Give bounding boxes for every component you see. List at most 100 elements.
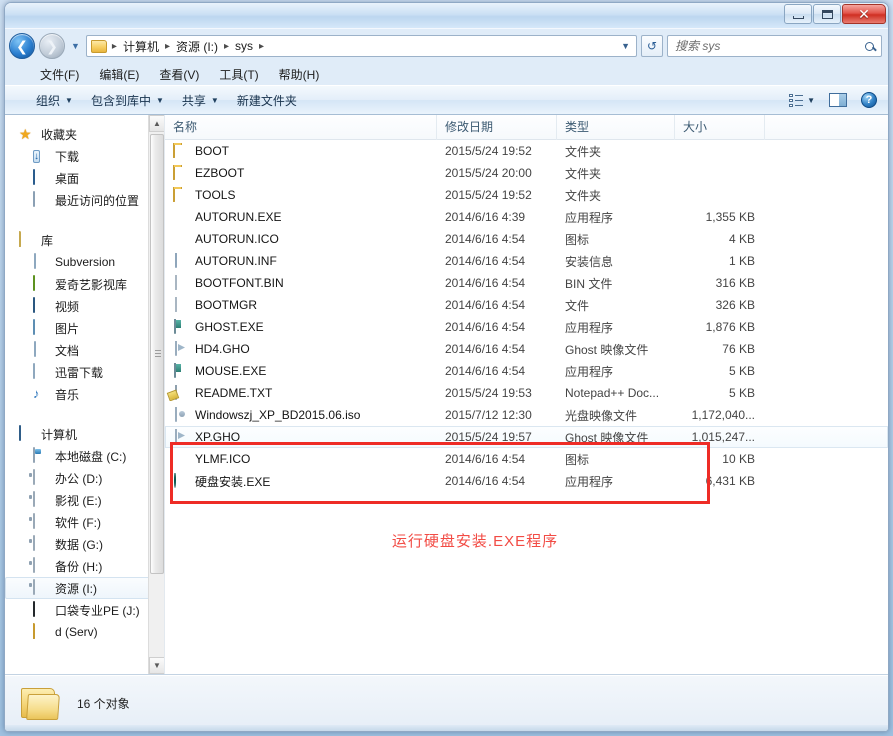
column-header-type[interactable]: 类型 xyxy=(557,115,675,140)
table-row[interactable]: BOOTFONT.BIN 2014/6/16 4:54 BIN 文件 316 K… xyxy=(165,272,888,294)
explorer-window: ✕ ❮ ❯ ▼ ▸ 计算机 ▸ 资源 (I:) ▸ sys ▸ ▼ ↺ xyxy=(4,2,889,732)
file-date: 2015/5/24 19:52 xyxy=(437,188,557,202)
table-row[interactable]: HD4.GHO 2014/6/16 4:54 Ghost 映像文件 76 KB xyxy=(165,338,888,360)
sidebar-item-label: 本地磁盘 (C:) xyxy=(55,448,126,465)
scroll-up-button[interactable]: ▲ xyxy=(149,115,165,132)
table-row[interactable]: AUTORUN.EXE 2014/6/16 4:39 应用程序 1,355 KB xyxy=(165,206,888,228)
sidebar-item-iqiyi[interactable]: 爱奇艺影视库 xyxy=(5,273,164,295)
music-icon: ♪ xyxy=(33,386,49,402)
column-header-name[interactable]: 名称 xyxy=(165,115,437,140)
maximize-button[interactable] xyxy=(813,4,841,24)
breadcrumb-separator[interactable]: ▸ xyxy=(162,41,173,52)
nav-group-libraries: 库 Subversion 爱奇艺影视库 视频 xyxy=(5,229,164,405)
file-name: AUTORUN.EXE xyxy=(195,210,281,224)
scrollbar-thumb[interactable] xyxy=(150,134,164,574)
sidebar-item-recent-places[interactable]: 最近访问的位置 xyxy=(5,189,164,211)
menu-item-file[interactable]: 文件(F) xyxy=(31,64,88,85)
notepad-doc-icon xyxy=(175,385,177,400)
forward-button[interactable]: ❯ xyxy=(39,33,65,59)
table-row[interactable]: AUTORUN.INF 2014/6/16 4:54 安装信息 1 KB xyxy=(165,250,888,272)
nav-spacer xyxy=(5,409,164,423)
help-button[interactable]: ? xyxy=(856,89,882,111)
table-row[interactable]: GHOST.EXE 2014/6/16 4:54 应用程序 1,876 KB xyxy=(165,316,888,338)
refresh-button[interactable]: ↺ xyxy=(641,35,663,57)
organize-button[interactable]: 组织 ▼ xyxy=(27,88,82,113)
table-row[interactable]: XP.GHO 2015/5/24 19:57 Ghost 映像文件 1,015,… xyxy=(165,426,888,448)
table-row[interactable]: TOOLS 2015/5/24 19:52 文件夹 xyxy=(165,184,888,206)
breadcrumb-separator[interactable]: ▸ xyxy=(109,41,120,52)
share-button[interactable]: 共享 ▼ xyxy=(173,88,228,113)
chevron-down-icon[interactable]: ▼ xyxy=(621,41,634,51)
sidebar-item-drive-f[interactable]: 软件 (F:) xyxy=(5,511,164,533)
sidebar-item-drive-i[interactable]: 资源 (I:) xyxy=(5,577,164,599)
table-row[interactable]: MOUSE.EXE 2014/6/16 4:54 应用程序 5 KB xyxy=(165,360,888,382)
table-row[interactable]: 硬盘安装.EXE 2014/6/16 4:54 应用程序 6,431 KB xyxy=(165,470,888,492)
sidebar-item-documents[interactable]: 文档 xyxy=(5,339,164,361)
sidebar-item-pictures[interactable]: 图片 xyxy=(5,317,164,339)
include-in-library-button[interactable]: 包含到库中 ▼ xyxy=(82,88,173,113)
menu-item-tools[interactable]: 工具(T) xyxy=(210,64,267,85)
change-view-button[interactable]: ▼ xyxy=(784,91,820,110)
file-type: 图标 xyxy=(557,451,675,468)
column-header-date[interactable]: 修改日期 xyxy=(437,115,557,140)
table-row[interactable]: Windowszj_XP_BD2015.06.iso 2015/7/12 12:… xyxy=(165,404,888,426)
scroll-down-button[interactable]: ▼ xyxy=(149,657,165,674)
column-header-size[interactable]: 大小 xyxy=(675,115,765,140)
menu-item-edit[interactable]: 编辑(E) xyxy=(90,64,148,85)
file-date: 2014/6/16 4:54 xyxy=(437,232,557,246)
table-row[interactable]: YLMF.ICO 2014/6/16 4:54 图标 10 KB xyxy=(165,448,888,470)
breadcrumb-item-sys[interactable]: sys xyxy=(232,37,256,55)
pictures-icon xyxy=(33,319,35,335)
preview-pane-button[interactable] xyxy=(824,90,852,110)
menu-item-view[interactable]: 查看(V) xyxy=(150,64,208,85)
sidebar-item-drive-j[interactable]: 口袋专业PE (J:) xyxy=(5,599,164,621)
table-row[interactable]: README.TXT 2015/5/24 19:53 Notepad++ Doc… xyxy=(165,382,888,404)
table-row[interactable]: BOOTMGR 2014/6/16 4:54 文件 326 KB xyxy=(165,294,888,316)
sidebar-item-desktop[interactable]: 桌面 xyxy=(5,167,164,189)
breadcrumb-separator[interactable]: ▸ xyxy=(221,41,232,52)
sidebar-item-subversion[interactable]: Subversion xyxy=(5,251,164,273)
sidebar-item-drive-c[interactable]: 本地磁盘 (C:) xyxy=(5,445,164,467)
help-icon: ? xyxy=(861,92,877,108)
sidebar-item-drive-g[interactable]: 数据 (G:) xyxy=(5,533,164,555)
breadcrumb-separator[interactable]: ▸ xyxy=(256,41,267,52)
sidebar-item-drive-h[interactable]: 备份 (H:) xyxy=(5,555,164,577)
file-size: 10 KB xyxy=(675,452,765,466)
search-icon[interactable] xyxy=(865,42,874,51)
sidebar-item-computer[interactable]: 计算机 xyxy=(5,423,164,445)
search-input[interactable] xyxy=(675,39,865,53)
sidebar-item-music[interactable]: ♪ 音乐 xyxy=(5,383,164,405)
breadcrumb-item-computer[interactable]: 计算机 xyxy=(120,36,162,57)
sidebar-item-network-d[interactable]: d (Serv) xyxy=(5,621,164,643)
file-type: Ghost 映像文件 xyxy=(557,429,675,446)
file-date: 2014/6/16 4:54 xyxy=(437,452,557,466)
table-row[interactable]: BOOT 2015/5/24 19:52 文件夹 xyxy=(165,140,888,162)
sidebar-item-favorites[interactable]: ★ 收藏夹 xyxy=(5,123,164,145)
sidebar-item-label: 软件 (F:) xyxy=(55,514,101,531)
sidebar-item-label: 音乐 xyxy=(55,386,79,403)
breadcrumb[interactable]: ▸ 计算机 ▸ 资源 (I:) ▸ sys ▸ ▼ xyxy=(86,35,637,57)
sidebar-item-label: 桌面 xyxy=(55,170,79,187)
drive-icon xyxy=(33,535,35,551)
table-row[interactable]: EZBOOT 2015/5/24 20:00 文件夹 xyxy=(165,162,888,184)
new-folder-button[interactable]: 新建文件夹 xyxy=(228,88,306,113)
table-row[interactable]: AUTORUN.ICO 2014/6/16 4:54 图标 4 KB xyxy=(165,228,888,250)
sidebar-item-drive-e[interactable]: 影视 (E:) xyxy=(5,489,164,511)
sidebar-item-drive-d[interactable]: 办公 (D:) xyxy=(5,467,164,489)
menu-item-help[interactable]: 帮助(H) xyxy=(270,64,329,85)
sidebar-item-libraries[interactable]: 库 xyxy=(5,229,164,251)
close-button[interactable]: ✕ xyxy=(842,4,886,24)
file-date: 2014/6/16 4:54 xyxy=(437,342,557,356)
sidebar-item-downloads[interactable]: ↓ 下载 xyxy=(5,145,164,167)
sidebar-item-videos[interactable]: 视频 xyxy=(5,295,164,317)
breadcrumb-item-drive[interactable]: 资源 (I:) xyxy=(173,36,221,57)
file-size: 1,172,040... xyxy=(675,408,765,422)
search-box[interactable] xyxy=(667,35,882,57)
navigation-scrollbar[interactable]: ▲ ▼ xyxy=(148,115,164,674)
ghost-image-icon xyxy=(175,341,177,356)
minimize-button[interactable] xyxy=(784,4,812,24)
history-dropdown-button[interactable]: ▼ xyxy=(69,41,82,51)
back-button[interactable]: ❮ xyxy=(9,33,35,59)
file-date: 2014/6/16 4:54 xyxy=(437,474,557,488)
sidebar-item-thunder-download[interactable]: 迅雷下载 xyxy=(5,361,164,383)
